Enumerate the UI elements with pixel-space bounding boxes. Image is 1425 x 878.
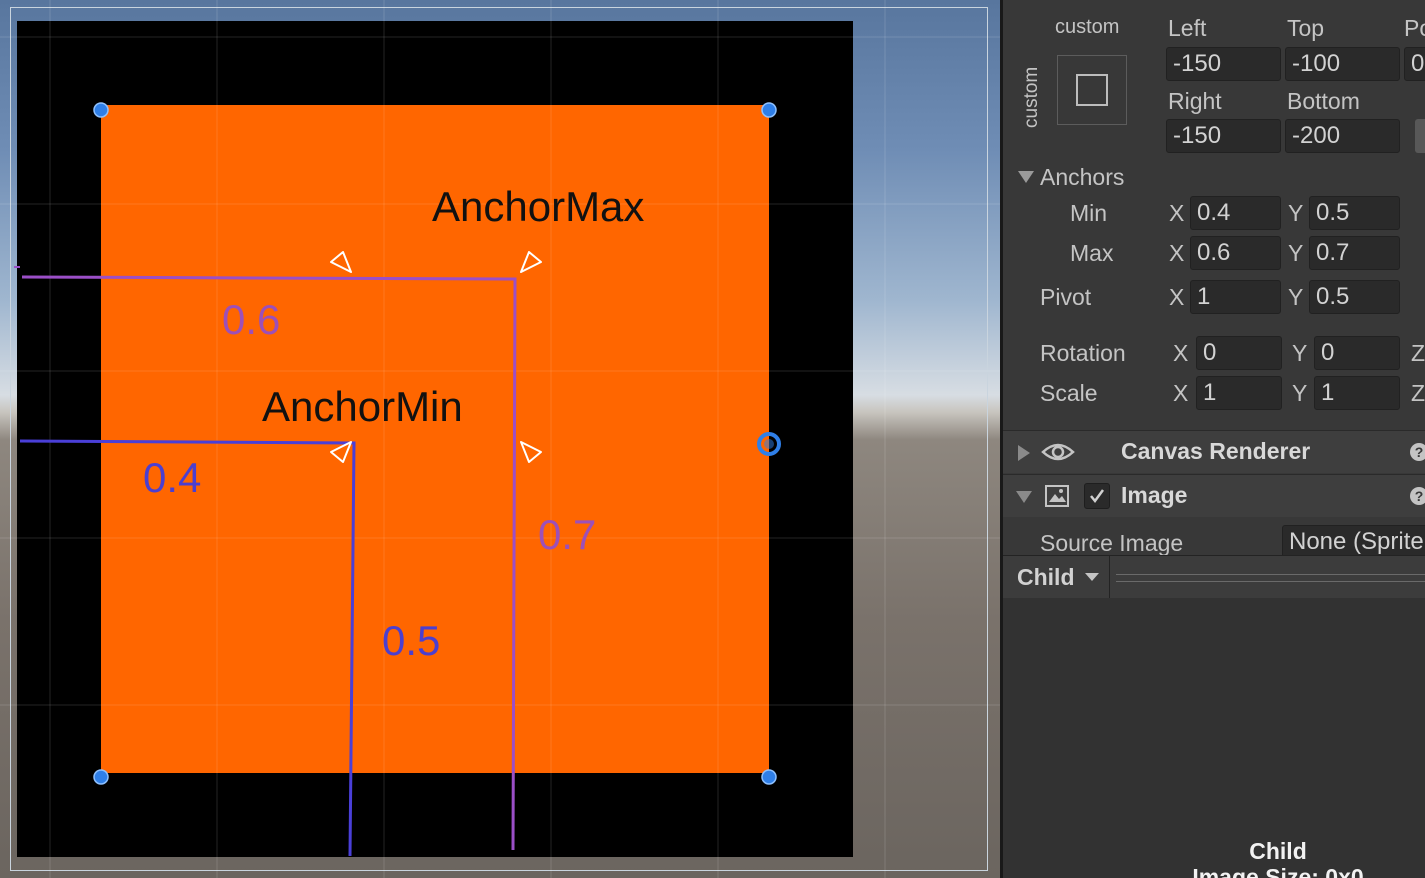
rotation-z-axis[interactable]: Z	[1411, 340, 1425, 367]
scale-x-field[interactable]: 1	[1196, 376, 1282, 410]
pivot-y-field[interactable]: 0.5	[1309, 280, 1400, 314]
raw-edit-button[interactable]	[1415, 119, 1425, 153]
anchor-max-y-field[interactable]: 0.7	[1309, 236, 1400, 270]
rotation-y-axis[interactable]: Y	[1292, 340, 1307, 367]
preview-dropdown-label: Child	[1017, 564, 1075, 590]
scale-y-axis[interactable]: Y	[1292, 380, 1307, 407]
pos-z-label: Po	[1404, 15, 1425, 41]
rotation-x-axis[interactable]: X	[1173, 340, 1188, 367]
scale-z-axis[interactable]: Z	[1411, 380, 1425, 407]
pivot-x-field[interactable]: 1	[1190, 280, 1281, 314]
preview-title: Child	[1249, 838, 1307, 864]
scale-label: Scale	[1040, 380, 1098, 406]
preset-side-label: custom	[1021, 66, 1042, 128]
anchor-min-y-field[interactable]: 0.5	[1309, 196, 1400, 230]
help-icon[interactable]: ?	[1410, 487, 1425, 505]
image-enabled-checkbox[interactable]	[1084, 483, 1110, 509]
preview-drag-handle[interactable]	[1116, 574, 1425, 582]
anchor-min-y-axis[interactable]: Y	[1288, 200, 1303, 227]
checkmark-icon	[1090, 489, 1105, 504]
preview-image-size: Image Size: 0x0	[1192, 864, 1364, 878]
scale-x-axis[interactable]: X	[1173, 380, 1188, 407]
resize-handle-br	[761, 769, 777, 785]
resize-handle-tr	[761, 102, 777, 118]
anchor-min-label: Min	[1070, 200, 1108, 226]
anchor-preset-icon	[1076, 74, 1108, 106]
top-field[interactable]: -100	[1285, 47, 1400, 81]
anchors-foldout-arrow[interactable]	[1018, 171, 1034, 183]
chevron-down-icon	[1085, 573, 1099, 581]
help-icon[interactable]: ?	[1410, 443, 1425, 461]
inspector-panel: custom custom Left Top Po -150 -100 0 Ri…	[1000, 0, 1425, 878]
anchor-min-label: AnchorMin	[262, 383, 463, 430]
anchor-max-y-annotation: 0.7	[538, 511, 597, 558]
image-component-title: Image	[1121, 482, 1188, 508]
pivot-label: Pivot	[1040, 284, 1092, 310]
bottom-label: Bottom	[1287, 88, 1360, 114]
scale-y-field[interactable]: 1	[1314, 376, 1400, 410]
anchor-min-x-field[interactable]: 0.4	[1190, 196, 1281, 230]
left-field[interactable]: -150	[1166, 47, 1281, 81]
rotation-y-field[interactable]: 0	[1314, 336, 1400, 370]
anchors-header[interactable]: Anchors	[1040, 164, 1124, 191]
anchor-max-x-field[interactable]: 0.6	[1190, 236, 1281, 270]
anchor-min-x-axis[interactable]: X	[1169, 200, 1184, 227]
anchor-min-x-annotation: 0.4	[143, 454, 202, 501]
preview-area: Child Image Size: 0x0	[1003, 598, 1425, 878]
image-component-icon	[1045, 485, 1069, 507]
right-field[interactable]: -150	[1166, 119, 1281, 153]
eye-icon	[1041, 443, 1075, 461]
source-image-label: Source Image	[1040, 530, 1184, 556]
canvas-renderer-foldout-arrow[interactable]	[1018, 445, 1030, 461]
preset-top-label: custom	[1055, 16, 1120, 38]
anchor-preset-button[interactable]	[1057, 55, 1127, 125]
pivot-x-axis[interactable]: X	[1169, 284, 1184, 311]
scene-overlay	[0, 0, 1000, 878]
anchor-max-label: Max	[1070, 240, 1114, 266]
image-component-header[interactable]: Image ?	[1003, 474, 1425, 517]
anchor-max-y-axis[interactable]: Y	[1288, 240, 1303, 267]
anchor-max-x-annotation: 0.6	[222, 296, 281, 343]
image-foldout-arrow[interactable]	[1016, 491, 1032, 503]
pivot-y-axis[interactable]: Y	[1288, 284, 1303, 311]
top-label: Top	[1287, 15, 1325, 41]
resize-handle-bl	[93, 769, 109, 785]
pos-z-field[interactable]: 0	[1404, 47, 1425, 81]
canvas-renderer-title: Canvas Renderer	[1121, 438, 1311, 464]
resize-handle-tl	[93, 102, 109, 118]
canvas-renderer-header[interactable]: Canvas Renderer ?	[1003, 430, 1425, 473]
preview-object-dropdown[interactable]: Child	[1007, 556, 1110, 598]
anchor-min-y-annotation: 0.5	[382, 617, 441, 664]
scene-view[interactable]: AnchorMax AnchorMin 0.6 0.4 0.7 0.5	[0, 0, 1000, 878]
left-label: Left	[1168, 15, 1207, 41]
anchor-max-x-axis[interactable]: X	[1169, 240, 1184, 267]
preview-toolbar: Child	[1003, 555, 1425, 599]
anchor-max-label: AnchorMax	[432, 183, 645, 230]
rotation-x-field[interactable]: 0	[1196, 336, 1282, 370]
bottom-field[interactable]: -200	[1285, 119, 1400, 153]
rotation-label: Rotation	[1040, 340, 1126, 366]
right-label: Right	[1168, 88, 1222, 114]
